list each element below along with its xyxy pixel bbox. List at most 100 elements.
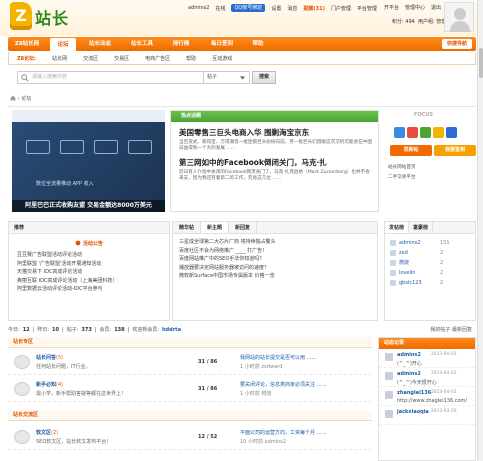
avatar[interactable] [385,391,393,399]
focus-link[interactable]: 站长网站首页 [388,164,480,170]
forum-name[interactable]: 站长问答(5) [36,354,63,361]
rank-row[interactable]: gbslc123 2 [390,278,475,288]
rank-row[interactable]: admins2 151 [390,238,475,248]
activity-user[interactable]: admins2 [397,352,421,358]
section-header[interactable]: 站长专区 [8,337,372,348]
list-item[interactable]: 百度网站推广中的SEO手法你知道吗？ [179,255,377,264]
tab-new-replies[interactable]: 新回复 [229,222,258,233]
list-item[interactable]: 播放器要决定网站服务器被访问的速度？ [179,264,377,273]
platform-admin-link[interactable]: 平台管理 [357,5,377,12]
activity-user[interactable]: zhanglei136 [397,390,431,396]
portal-admin-link[interactable]: 门户管理 [331,5,351,12]
search-input[interactable]: 请输入搜索内容 [17,71,204,84]
list-item[interactable]: 百度社区不会为网络推广 ____ 打广告！ [179,247,377,256]
hot-topic-title[interactable]: 第三网如中的Facebook倒闭关门，马克·扎 [179,157,378,168]
search-button[interactable]: 搜索 [252,71,276,84]
last-post-by[interactable]: 1 小时前 zxdward [240,363,282,370]
list-item[interactable]: 三星成全球第二大芯片厂商 将持续独占鳌头 [179,238,377,247]
nav-item-home[interactable]: Z8站长网 [10,37,44,51]
star-icon[interactable] [433,127,444,138]
list-item[interactable]: 奥丽互联 IDC高成评论活动（上海美团科技） [17,277,169,286]
rank-row[interactable]: zxd 2 [390,248,475,258]
subnav-item[interactable]: 交流区 [75,55,106,62]
section-header[interactable]: 站长交流区 [8,410,372,421]
nav-item-news[interactable]: 站长动态 [80,37,120,51]
quick-nav-button[interactable]: 快捷导航 [441,39,472,49]
newest-member-link[interactable]: hddrta [162,325,181,335]
rank-row[interactable]: lovelin 2 [390,268,475,278]
rank-user[interactable]: zxd [399,248,437,258]
rank-user[interactable]: admins2 [399,238,437,248]
last-post-title[interactable]: 要关闭评论，信息类商家必须关注 …… [240,381,368,388]
last-post-by[interactable]: 1 小时前 燃烧 [240,390,271,397]
avatar[interactable] [385,353,393,361]
subnav-item[interactable]: 电商广告区 [137,55,178,62]
admin-center-link[interactable]: 管理中心 [405,4,425,11]
scrollbar[interactable] [477,0,483,461]
rank-user[interactable]: gbslc123 [399,278,437,288]
rank-user[interactable]: lovelin [399,268,437,278]
rss-icon[interactable] [420,127,431,138]
site-logo[interactable]: Z 站长 [10,2,74,33]
hot-topic-title[interactable]: 美国零售三巨头电商入华 围剿海宝京东 [179,127,378,138]
settings-link[interactable]: 设置 [271,5,281,12]
qq-icon[interactable] [446,127,457,138]
subnav-item[interactable]: 交易区 [106,55,137,62]
avatar[interactable] [385,372,393,380]
nav-item-signin[interactable]: 每日签到 [202,37,242,51]
my-posts-link[interactable]: 我的帖子 最新回复 [430,325,476,335]
rank-user[interactable]: 燃烧 [399,258,437,268]
open-platform-link[interactable]: 开平台 [384,4,399,11]
list-item[interactable]: 天猫交易下 IDC高成评论活动 [17,268,169,277]
home-icon[interactable] [10,95,16,101]
weibo-icon[interactable] [394,127,405,138]
search-scope-select[interactable]: 帖子 [204,71,250,84]
focus-link[interactable]: 二手交易平台 [388,174,480,180]
subnav-item[interactable]: 站长网 [44,55,75,62]
avatar[interactable] [444,2,474,32]
last-post-title[interactable]: 我网站的站长提交是否可以用 …… [240,354,368,361]
activity-user[interactable]: jackxiaoqia [397,409,429,415]
sign-in-button[interactable]: 我要签到 [434,145,476,156]
avatar[interactable] [385,410,393,418]
list-item[interactable]: 豆豆赛广告联盟活动评论活动 [17,251,169,260]
messages-link[interactable]: 消息 [287,5,297,12]
forum-row[interactable]: 新手必知(4) 需小学，新手帮助答疑等都在这世界上！ 31 / 86 要关闭评论… [8,376,372,402]
tab-rich-rank[interactable]: 富豪榜 [409,222,434,233]
subnav-item[interactable]: 帮助 [178,55,204,62]
list-item[interactable]: 微软新Surface中国市场专属版本 价格一览 [179,272,377,281]
tab-digest[interactable]: 精华帖 [173,222,202,233]
tab-post-rank[interactable]: 发帖榜 [385,222,410,233]
nav-item-tools[interactable]: 站长工具 [122,37,162,51]
subnav-item[interactable]: 互动游戏 [204,55,240,62]
list-item[interactable]: 阿里联盟 '广告联盟'活动开展通知活动 [17,260,169,269]
new-post-button[interactable]: 发新帖 [390,145,432,156]
forum-row[interactable]: 软文区(2) SEO软文区，站长软文发布平台！ 12 / 52 平面公司的运营方… [8,424,372,450]
forum-name[interactable]: 新手必知(4) [36,381,63,388]
username-link[interactable]: admins2 [188,5,209,11]
nav-item-help[interactable]: 帮助 [246,37,270,51]
list-item[interactable]: 阿里数据云活动评论活动-IDC平台参与 [17,285,169,294]
rank-row[interactable]: 燃烧 2 [390,258,475,268]
nav-item-forum[interactable]: 论坛 [50,38,76,51]
points-text[interactable]: 积分: 494 [392,19,415,25]
chevron-down-icon [240,76,245,80]
remind-link[interactable]: 提醒(31) [303,5,325,12]
activity-date: 2013-04-02 [431,352,457,357]
activity-message: (^_^)今天很开心 [397,380,437,386]
last-post-by[interactable]: 10 小时前 admins2 [240,438,286,445]
activity-user[interactable]: admins2 [397,371,421,377]
forum-row[interactable]: 站长问答(5) 任何站长问题，IT行业。 31 / 86 我网站的站长提交是否可… [8,349,372,375]
banner-slideshow[interactable]: 数位全流量推动 APP 收入 阿里巴巴正式收购友盟 交易金额达8000万美元 [12,110,165,212]
tab-new-topics[interactable]: 新主题 [201,222,230,233]
banner-caption[interactable]: 阿里巴巴正式收购友盟 交易金额达8000万美元 [12,200,165,212]
scrollbar-thumb[interactable] [479,48,483,78]
qq-bind-button[interactable]: QQ帐号绑定 [231,4,266,12]
share-icon[interactable] [407,127,418,138]
last-post-title[interactable]: 平面公司的运营方向，工资每个月 …… [240,429,368,436]
nav-item-rank[interactable]: 排行榜 [164,37,198,51]
breadcrumb-forum[interactable]: 论坛 [21,96,31,102]
activity-message[interactable]: http://www.zhaglei136.com/ [397,398,467,404]
forum-name[interactable]: 软文区(2) [36,429,58,436]
logout-link[interactable]: 退出 [431,4,441,11]
